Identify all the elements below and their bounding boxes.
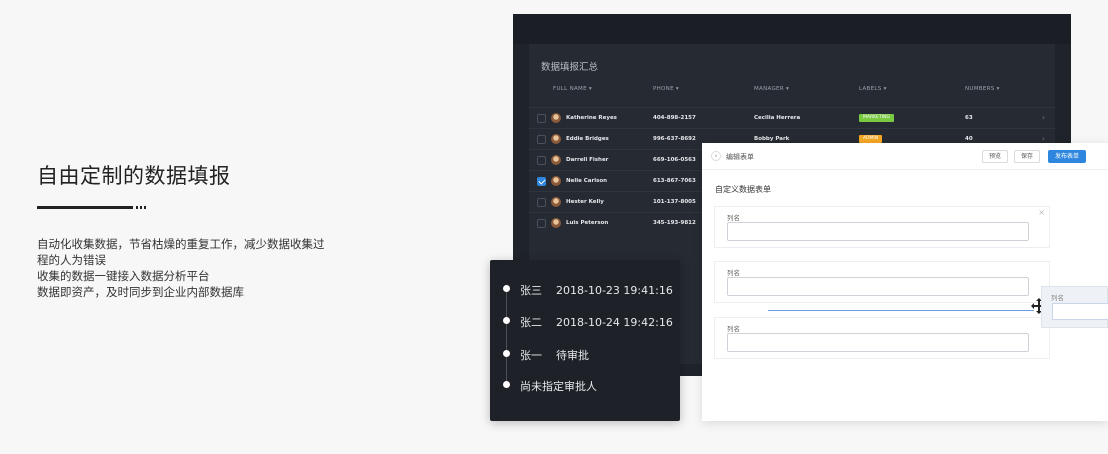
- form-field-card[interactable]: 列名: [714, 317, 1050, 359]
- field-label: 列名: [1051, 294, 1064, 302]
- timeline-dot: [503, 381, 510, 388]
- column-header-name[interactable]: FULL NAME ▾: [553, 86, 592, 92]
- cell-phone: 101-137-8005: [653, 199, 696, 205]
- chevron-right-icon[interactable]: ›: [1042, 113, 1045, 122]
- cell-number: 63: [965, 115, 973, 121]
- timeline-time: 2018-10-23 19:41:16: [556, 284, 673, 297]
- cell-manager: Bobby Park: [754, 136, 790, 142]
- row-checkbox[interactable]: [537, 198, 546, 207]
- timeline-dot: [503, 285, 510, 292]
- hero-desc-line: 自动化收集数据，节省枯燥的重复工作，减少数据收集过: [37, 237, 325, 251]
- drop-indicator-line: [768, 310, 1034, 311]
- field-input[interactable]: [727, 222, 1029, 241]
- label-badge: ADMIN: [859, 135, 883, 143]
- timeline-time: 2018-10-24 19:42:16: [556, 316, 673, 329]
- row-checkbox[interactable]: [537, 219, 546, 228]
- row-checkbox[interactable]: [537, 177, 546, 186]
- cell-manager: Cecilia Herrera: [754, 115, 801, 121]
- hero-description: 自动化收集数据，节省枯燥的重复工作，减少数据收集过 程的人为错误 收集的数据一键…: [37, 236, 367, 300]
- column-header-manager[interactable]: MANAGER ▾: [754, 86, 789, 92]
- cell-name: Hester Kelly: [566, 199, 604, 205]
- cell-number: 40: [965, 136, 973, 142]
- preview-button[interactable]: 预览: [982, 150, 1009, 163]
- row-checkbox[interactable]: [537, 114, 546, 123]
- cell-name: Darrell Fisher: [566, 157, 609, 163]
- editor-title: 编辑表单: [726, 153, 754, 161]
- editor-subtitle: 自定义数据表单: [715, 185, 771, 194]
- timeline-line: [506, 288, 507, 388]
- field-label: 列名: [727, 269, 740, 277]
- close-icon[interactable]: ×: [1038, 208, 1045, 217]
- timeline-person: 张一: [520, 349, 542, 362]
- field-input-ghost: [1052, 303, 1108, 320]
- dashboard-topbar: [513, 14, 1071, 44]
- row-checkbox[interactable]: [537, 135, 546, 144]
- row-checkbox[interactable]: [537, 156, 546, 165]
- hero-desc-line: 数据即资产，及时同步到企业内部数据库: [37, 285, 244, 299]
- approval-timeline: 张三 2018-10-23 19:41:16 张二 2018-10-24 19:…: [490, 260, 680, 421]
- avatar: [551, 134, 561, 144]
- cell-phone: 345-193-9812: [653, 220, 696, 226]
- timeline-status: 待审批: [556, 349, 589, 362]
- hero-underline-dots: [136, 206, 146, 209]
- cell-name: Katherine Reyes: [566, 115, 617, 121]
- field-label: 列名: [727, 214, 740, 222]
- chevron-left-icon[interactable]: ‹: [711, 151, 721, 161]
- form-field-card[interactable]: 列名: [714, 261, 1050, 303]
- field-input[interactable]: [727, 277, 1029, 296]
- hero-underline: [37, 206, 133, 209]
- avatar: [551, 155, 561, 165]
- timeline-status: 尚未指定审批人: [520, 380, 597, 393]
- cell-phone: 404-898-2157: [653, 115, 696, 121]
- summary-title: 数据填报汇总: [541, 62, 599, 73]
- dragging-field-ghost[interactable]: 列名: [1041, 286, 1108, 328]
- avatar: [551, 218, 561, 228]
- avatar: [551, 197, 561, 207]
- timeline-person: 张二: [520, 316, 542, 329]
- publish-button[interactable]: 发布表单: [1048, 150, 1087, 163]
- column-header-labels[interactable]: LABELS ▾: [859, 86, 887, 92]
- save-button[interactable]: 保存: [1014, 150, 1041, 163]
- avatar: [551, 176, 561, 186]
- field-input[interactable]: [727, 333, 1029, 352]
- hero-desc-line: 程的人为错误: [37, 253, 106, 267]
- cell-phone: 669-106-0563: [653, 157, 696, 163]
- label-badge: MARKETING: [859, 114, 894, 122]
- cell-name: Nelle Carlson: [566, 178, 608, 184]
- column-header-numbers[interactable]: NUMBERS ▾: [965, 86, 1000, 92]
- hero-desc-line: 收集的数据一键接入数据分析平台: [37, 269, 210, 283]
- timeline-dot: [503, 317, 510, 324]
- chevron-right-icon[interactable]: ›: [1042, 134, 1045, 143]
- cell-name: Luis Peterson: [566, 220, 609, 226]
- column-header-phone[interactable]: PHONE ▾: [653, 86, 679, 92]
- form-editor: ‹ 编辑表单 预览 保存 发布表单 自定义数据表单 列名 × 列名 列名: [702, 143, 1108, 421]
- cell-phone: 996-637-8692: [653, 136, 696, 142]
- timeline-person: 张三: [520, 284, 542, 297]
- field-label: 列名: [727, 325, 740, 333]
- hero-title: 自由定制的数据填报: [37, 164, 231, 188]
- timeline-dot: [503, 350, 510, 357]
- form-field-card[interactable]: 列名 ×: [714, 206, 1050, 248]
- avatar: [551, 113, 561, 123]
- cell-phone: 613-867-7063: [653, 178, 696, 184]
- editor-header: ‹ 编辑表单 预览 保存 发布表单: [702, 143, 1108, 170]
- table-row[interactable]: Katherine Reyes 404-898-2157 Cecilia Herre…: [529, 107, 1055, 128]
- cell-name: Eddie Bridges: [566, 136, 609, 142]
